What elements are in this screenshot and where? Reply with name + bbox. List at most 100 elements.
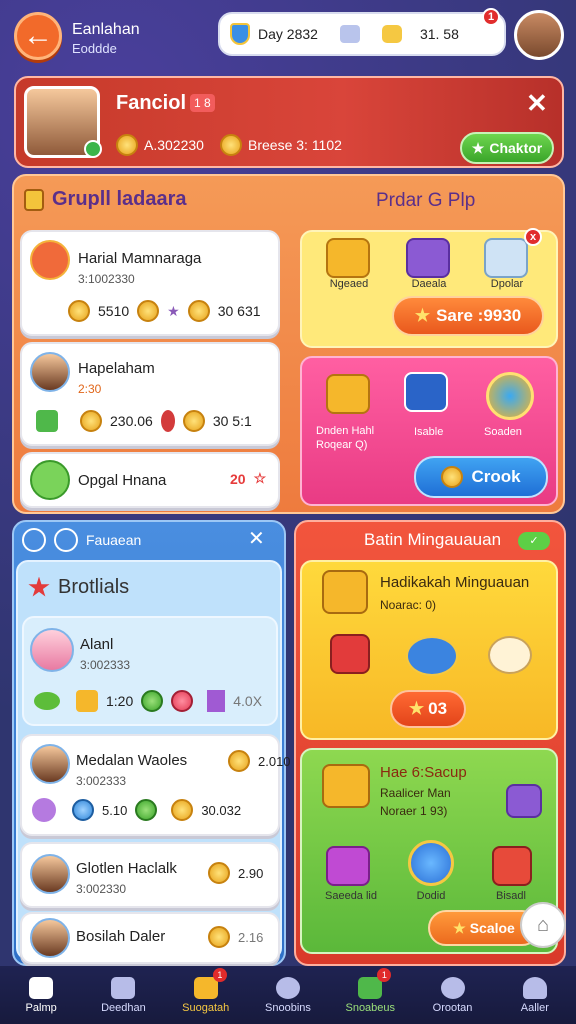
sun-badge-icon	[486, 372, 534, 420]
coin-icon	[220, 134, 242, 156]
gift-icon	[330, 634, 370, 674]
coin-icon	[441, 466, 464, 488]
list-item[interactable]: Glotlen Haclalk 3:002330 2.90	[20, 842, 280, 908]
friends-head: Fauaean	[22, 528, 141, 552]
coin-icon	[80, 410, 102, 432]
nav-label: Snoabeus	[345, 1001, 396, 1014]
stat-coins: A.302230	[116, 134, 204, 156]
row-value: 2.16	[238, 929, 264, 945]
level-badge: 1 8	[190, 94, 215, 112]
close-icon[interactable]: ✕	[248, 526, 265, 551]
coin-icon	[171, 690, 194, 712]
nav-label: Aaller	[520, 1001, 549, 1014]
settings-icon[interactable]	[54, 528, 78, 552]
bottom-nav: Palmp Deedhan Suogatah 1 Snoobins Snoabeu…	[0, 966, 576, 1024]
list-item[interactable]: Opgal Hnana 20 ☆	[20, 452, 280, 508]
status-pill[interactable]: Day 2832 31. 58	[218, 12, 506, 56]
coin-icon	[208, 862, 230, 884]
user-icon	[522, 976, 547, 999]
chat-button[interactable]: ★ Chaktor	[460, 132, 554, 164]
row-name: Harial Mamnaraga	[78, 250, 202, 267]
leaf-icon	[36, 410, 58, 432]
gift-icon	[492, 846, 532, 886]
star-icon: ★	[453, 919, 466, 936]
gem-icon	[506, 784, 542, 818]
home-icon	[29, 976, 54, 999]
pink-text-line: Dnden Hahl	[316, 425, 375, 437]
row-values: 2.90	[208, 862, 263, 884]
row-sub: 3:002333	[80, 658, 131, 672]
star-icon: ★	[167, 302, 180, 319]
app-subtitle: Eoddde	[72, 41, 117, 56]
coin-icon	[72, 799, 94, 821]
coin-bag-icon	[381, 25, 402, 43]
score-button[interactable]: ★ Sare :9930	[392, 296, 544, 336]
gift-tile-icon[interactable]	[406, 238, 450, 278]
chest-icon	[326, 374, 370, 414]
gift-tile-icon[interactable]	[326, 238, 370, 278]
nav-badge: 1	[212, 968, 227, 982]
ticket-icon	[404, 372, 448, 412]
mission-name: Hae 6:Sacup	[380, 764, 467, 781]
reward-label: Saeeda lid	[325, 890, 377, 902]
row-sub: 2:30	[78, 382, 102, 396]
mission-score-button[interactable]: ★ 03	[390, 690, 466, 728]
row-name: Opgal Hnana	[78, 472, 167, 489]
leaf-icon	[34, 692, 60, 710]
nav-deals[interactable]: Deedhan	[82, 966, 164, 1024]
pro-title: Prdar G Plp	[376, 190, 476, 211]
verified-icon	[84, 140, 102, 158]
row-values: 5510 ★ 30 631	[68, 300, 261, 322]
ticket-icon	[488, 636, 532, 674]
nav-messages[interactable]: Snoabeus 1	[329, 966, 411, 1024]
app-title-block: Eanlahan Eoddde	[72, 20, 140, 58]
gift-label: Daeala	[411, 278, 447, 290]
avatar	[30, 918, 70, 958]
gift-label: Dpolar	[490, 278, 524, 290]
user-avatar[interactable]	[514, 10, 564, 60]
crook-button[interactable]: Crook	[414, 456, 548, 498]
back-button[interactable]: ←	[14, 12, 62, 60]
leaf-icon	[30, 460, 70, 500]
star-icon: ☆	[253, 470, 267, 486]
close-icon[interactable]: ✕	[526, 88, 548, 119]
pink-label: Isable	[414, 426, 444, 438]
list-item[interactable]: Alanl 3:002333 1:20 4.0X	[22, 616, 278, 726]
row-values: 20 ☆	[230, 470, 266, 487]
coin-pile-icon	[406, 636, 458, 676]
nav-profile[interactable]: Aaller	[494, 966, 576, 1024]
flower-icon	[32, 798, 56, 822]
mission-score-label: 03	[428, 699, 448, 718]
shield-icon[interactable]	[22, 528, 46, 552]
nav-label: Deedhan	[101, 1001, 146, 1014]
row-values: 1:20 4.0X	[34, 690, 262, 712]
gift-tile-icon[interactable]	[484, 238, 528, 278]
missions-toggle[interactable]: ✓	[518, 532, 550, 550]
lock-icon	[24, 188, 44, 211]
nav-search[interactable]: Orootan	[411, 966, 493, 1024]
chest-icon	[322, 570, 368, 614]
notification-badge[interactable]: 1	[482, 8, 500, 26]
list-item[interactable]: Hapelaham 2:30 230.06 30 5:1	[20, 342, 280, 446]
chat-icon	[275, 976, 300, 999]
compass-icon	[408, 840, 454, 886]
coin-icon	[135, 799, 158, 821]
row-values: 230.06 30 5:1	[36, 410, 252, 432]
list-item[interactable]: Bosilah Daler 2.16	[20, 912, 280, 964]
app-title: Eanlahan	[72, 21, 140, 38]
nav-social[interactable]: Snoobins	[247, 966, 329, 1024]
score-label: Sare :9930	[436, 306, 522, 325]
stat-coins-value: A.302230	[144, 137, 204, 153]
crook-label: Crook	[471, 467, 521, 486]
row-value: 2.010	[258, 753, 291, 769]
row-name: Hapelaham	[78, 360, 155, 377]
mission-sub: Noraer 1 93)	[380, 804, 448, 818]
day-label: Day 2832	[258, 26, 318, 42]
home-float-icon[interactable]: ⌂	[520, 902, 566, 948]
list-item[interactable]: Medalan Waoles 3:002333 2.010 5.10 30.03…	[20, 734, 291, 836]
nav-shop[interactable]: Suogatah 1	[165, 966, 247, 1024]
row-value: 20	[230, 470, 246, 487]
row-value: 4.0X	[233, 693, 263, 709]
nav-home[interactable]: Palmp	[0, 966, 82, 1024]
list-item[interactable]: Harial Mamnaraga 3:1002330 5510 ★ 30 631	[20, 230, 280, 336]
